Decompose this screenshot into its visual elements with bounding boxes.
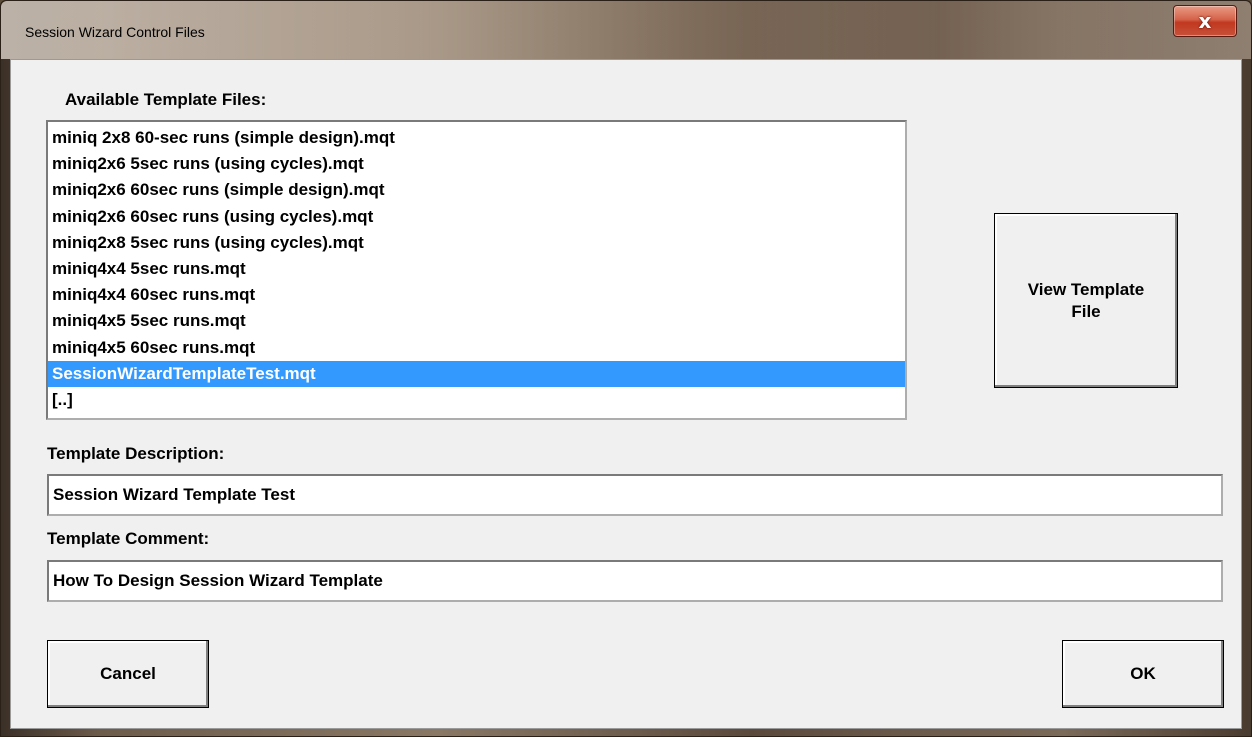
dialog-client-area: Available Template Files: miniq 2x8 60-s… bbox=[10, 59, 1242, 729]
template-description-field[interactable] bbox=[47, 474, 1223, 516]
list-item[interactable]: miniq2x6 60sec runs (simple design).mqt bbox=[48, 177, 905, 203]
title-bar[interactable]: Session Wizard Control Files x bbox=[1, 1, 1251, 59]
list-item[interactable]: miniq4x4 60sec runs.mqt bbox=[48, 282, 905, 308]
template-comment-field[interactable] bbox=[47, 560, 1223, 602]
template-comment-label: Template Comment: bbox=[47, 529, 210, 548]
view-template-button-text: View Template File bbox=[1028, 279, 1145, 323]
list-item[interactable]: miniq4x4 5sec runs.mqt bbox=[48, 256, 905, 282]
list-item[interactable]: miniq2x8 5sec runs (using cycles).mqt bbox=[48, 230, 905, 256]
close-button[interactable]: x bbox=[1173, 5, 1237, 37]
list-item[interactable]: miniq 2x8 60-sec runs (simple design).mq… bbox=[48, 125, 905, 151]
dialog-window: Session Wizard Control Files x Available… bbox=[0, 0, 1252, 737]
template-files-listbox[interactable]: miniq 2x8 60-sec runs (simple design).mq… bbox=[46, 120, 907, 420]
close-icon: x bbox=[1198, 9, 1212, 33]
cancel-button[interactable]: Cancel bbox=[47, 640, 209, 708]
list-item[interactable]: miniq2x6 60sec runs (using cycles).mqt bbox=[48, 204, 905, 230]
list-item-parent-dir[interactable]: [..] bbox=[48, 387, 905, 413]
available-files-label: Available Template Files: bbox=[65, 90, 267, 109]
view-template-file-button[interactable]: View Template File bbox=[994, 213, 1178, 388]
ok-button[interactable]: OK bbox=[1062, 640, 1224, 708]
list-item-selected[interactable]: SessionWizardTemplateTest.mqt bbox=[48, 360, 905, 387]
list-item[interactable]: miniq4x5 60sec runs.mqt bbox=[48, 335, 905, 361]
view-template-label-line2: File bbox=[1071, 301, 1101, 321]
window-title: Session Wizard Control Files bbox=[25, 24, 205, 40]
list-item[interactable]: miniq2x6 5sec runs (using cycles).mqt bbox=[48, 151, 905, 177]
view-template-label-line1: View Template bbox=[1027, 279, 1145, 299]
template-description-label: Template Description: bbox=[47, 444, 225, 463]
list-item[interactable]: miniq4x5 5sec runs.mqt bbox=[48, 308, 905, 334]
